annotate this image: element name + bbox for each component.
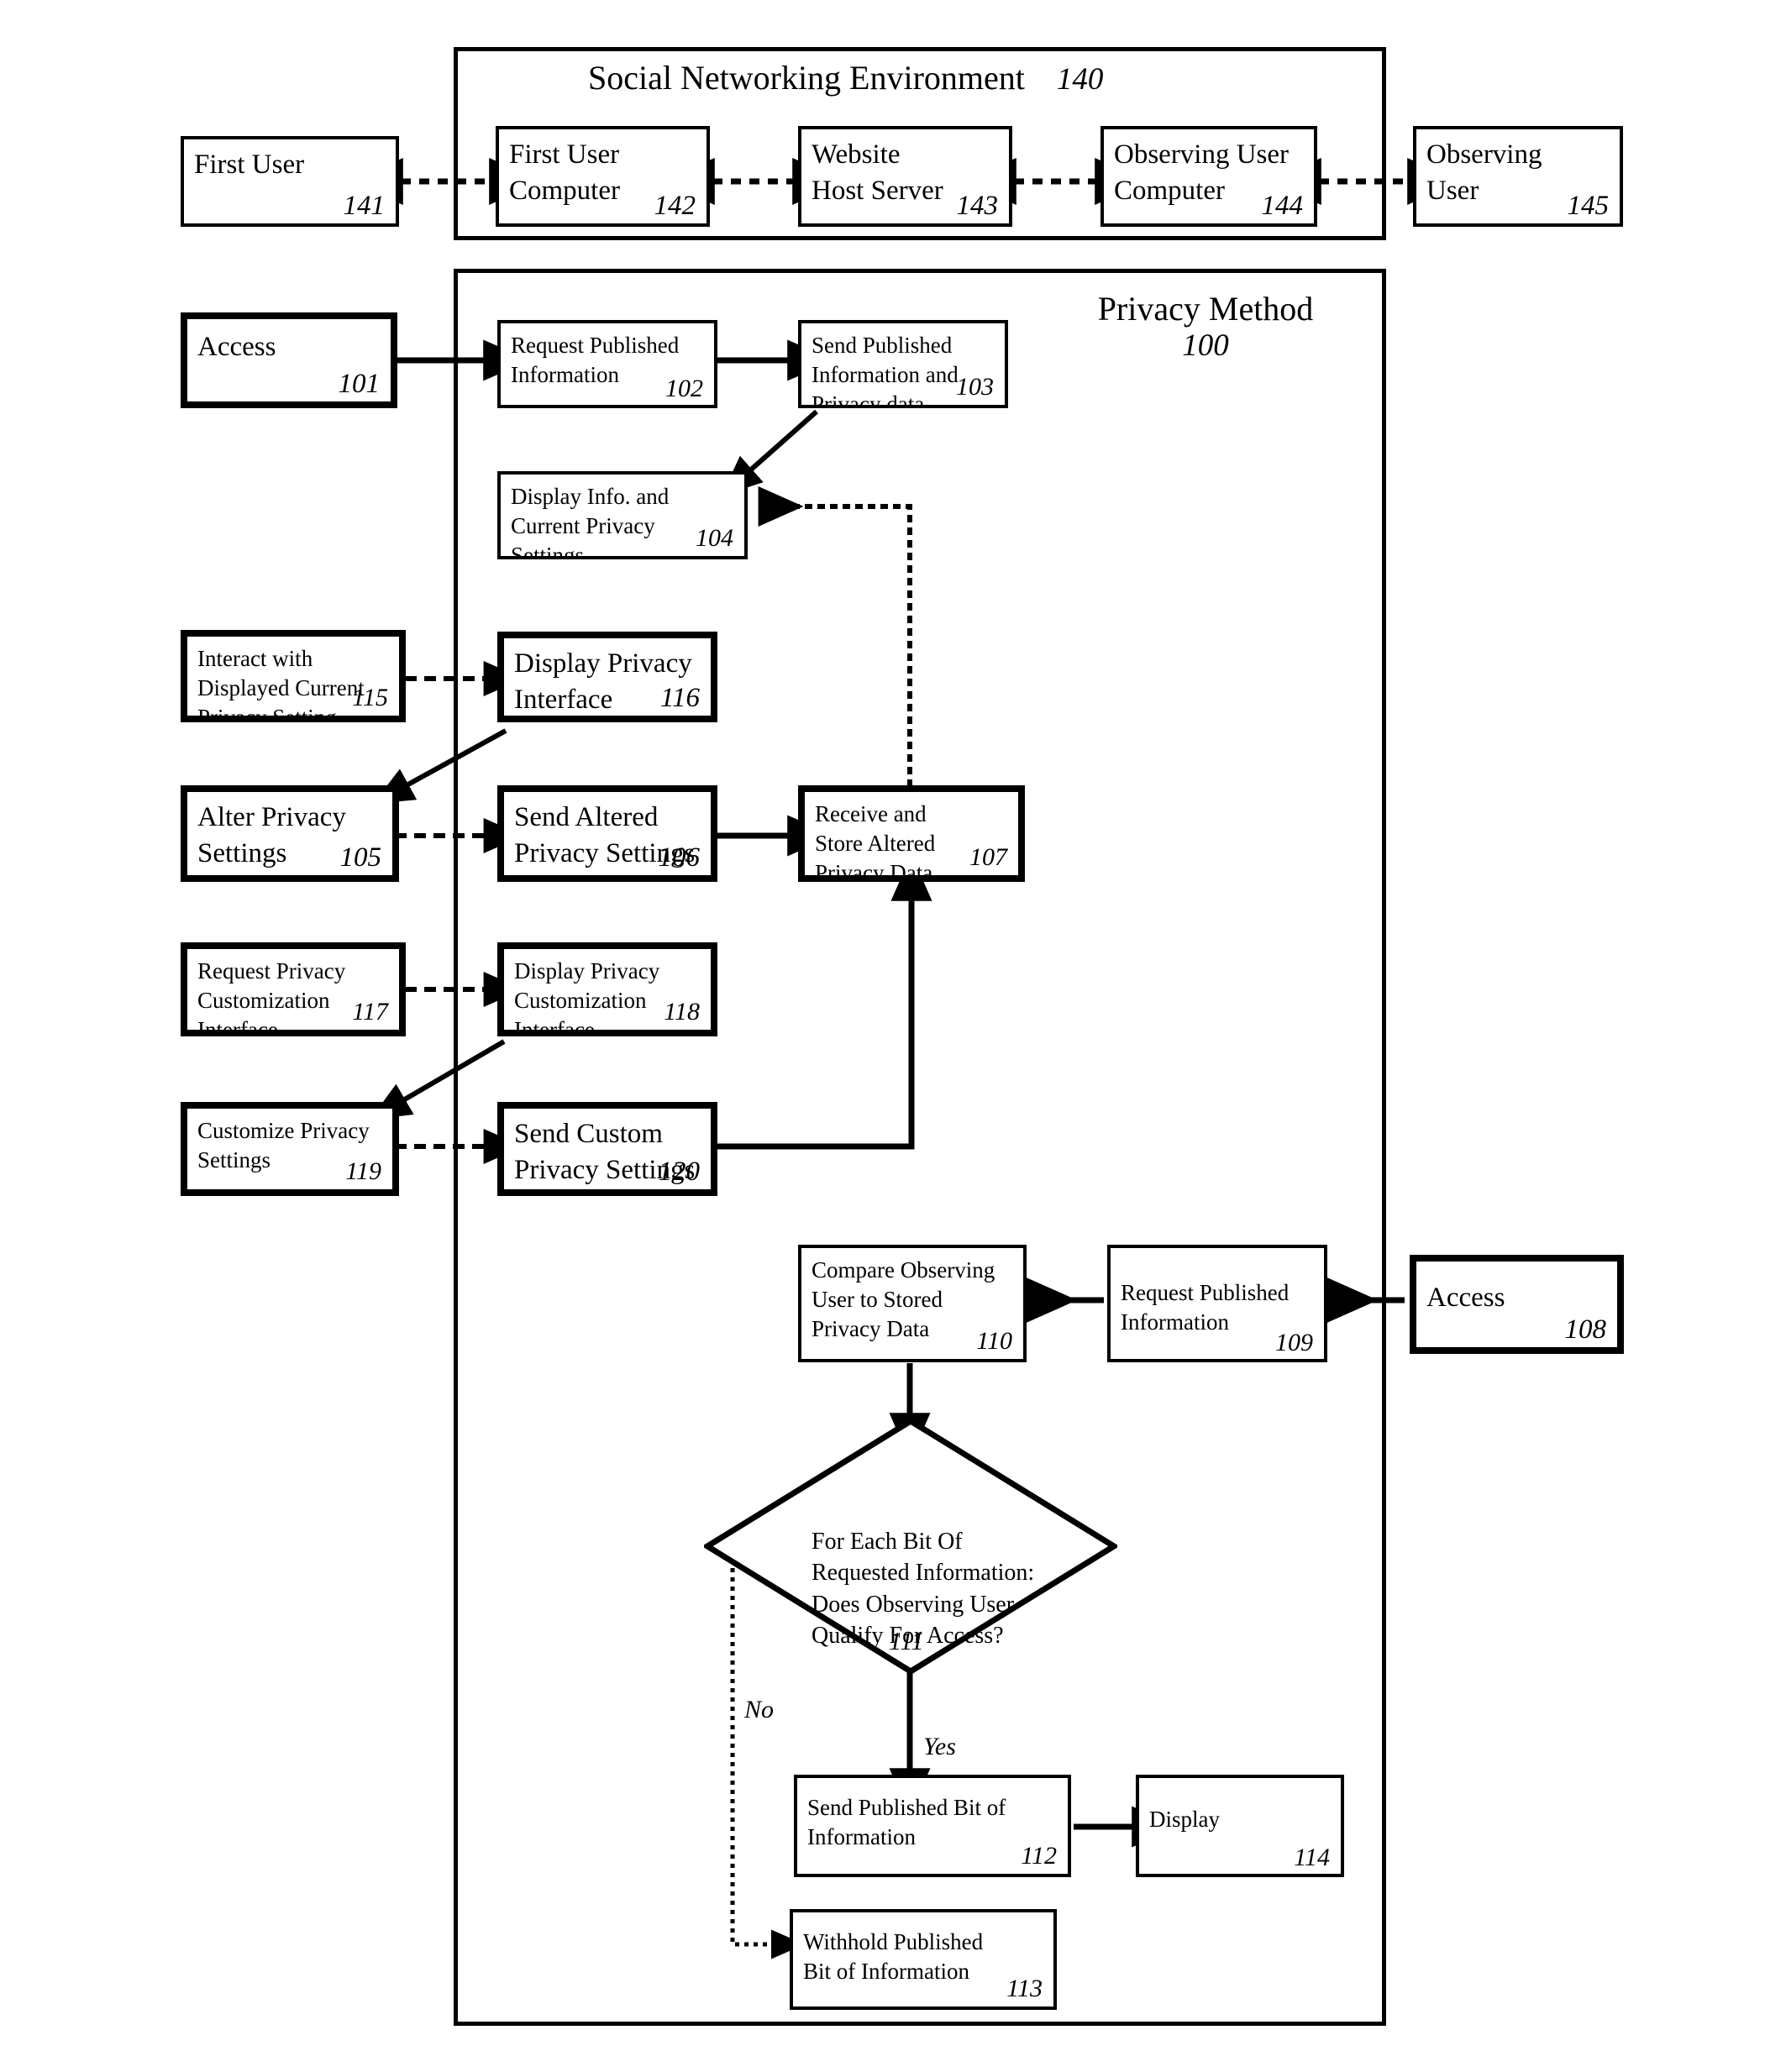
- node-number: 118: [664, 998, 700, 1026]
- container-label: Privacy Method: [1097, 290, 1314, 328]
- node-send-published-bit-of-information-112[interactable]: Send Published Bit of Information 112: [794, 1775, 1071, 1877]
- node-display-privacy-customization-interface-118[interactable]: Display Privacy Customization Interface …: [497, 942, 717, 1036]
- node-observing-user[interactable]: Observing User 145: [1413, 126, 1623, 227]
- container-number: 140: [1056, 62, 1104, 97]
- node-number: 107: [969, 843, 1007, 871]
- node-alter-privacy-settings-105[interactable]: Alter Privacy Settings 105: [181, 785, 399, 882]
- node-request-published-information-109[interactable]: Request Published Information 109: [1107, 1245, 1327, 1362]
- node-number: 112: [1021, 1842, 1057, 1870]
- decision-number: 111: [889, 1626, 924, 1656]
- decision-number-text: 111: [889, 1626, 924, 1655]
- node-interact-with-displayed-current-privacy-setting-115[interactable]: Interact with Displayed Current Privacy …: [181, 630, 406, 722]
- node-number: 116: [659, 683, 700, 713]
- container-label: Social Networking Environment: [588, 59, 1025, 97]
- node-number: 115: [352, 684, 388, 711]
- node-label: Access: [197, 332, 276, 362]
- edge-label-yes: Yes: [923, 1733, 956, 1761]
- node-number: 142: [654, 191, 696, 221]
- decision-label: For Each Bit Of Requested Information: D…: [812, 1495, 1106, 1651]
- node-number: 144: [1261, 191, 1304, 221]
- node-number: 145: [1567, 191, 1610, 221]
- container-title-privacy-method: Privacy Method 100: [1079, 291, 1332, 363]
- container-number: 100: [1182, 328, 1229, 363]
- node-number: 117: [352, 998, 388, 1026]
- node-send-custom-privacy-settings-120[interactable]: Send Custom Privacy Settings 120: [497, 1102, 717, 1196]
- node-receive-and-store-altered-privacy-data-107[interactable]: Receive and Store Altered Privacy Data 1…: [798, 785, 1025, 882]
- node-display-info-and-current-privacy-settings-104[interactable]: Display Info. and Current Privacy Settin…: [497, 471, 748, 559]
- node-number: 143: [956, 191, 999, 221]
- node-number: 120: [658, 1157, 701, 1187]
- node-number: 106: [658, 842, 701, 873]
- node-number: 103: [956, 373, 994, 401]
- node-withhold-published-bit-of-information-113[interactable]: Withhold Published Bit of Information 11…: [790, 1909, 1057, 2010]
- node-request-published-information-102[interactable]: Request Published Information 102: [497, 320, 717, 408]
- node-number: 141: [343, 191, 386, 221]
- node-first-user-computer[interactable]: First User Computer 142: [496, 126, 710, 227]
- node-number: 109: [1275, 1329, 1313, 1356]
- node-send-published-information-and-privacy-data-103[interactable]: Send Published Information and Privacy d…: [798, 320, 1008, 408]
- node-number: 114: [1294, 1844, 1330, 1871]
- node-number: 104: [696, 524, 733, 552]
- node-label: Access: [1426, 1283, 1505, 1313]
- node-display-privacy-interface-116[interactable]: Display Privacy Interface 116: [497, 632, 717, 722]
- node-first-user[interactable]: First User 141: [181, 136, 399, 227]
- edge-label-no-text: No: [744, 1696, 775, 1723]
- node-number: 105: [339, 842, 382, 873]
- node-request-privacy-customization-interface-117[interactable]: Request Privacy Customization Interface …: [181, 942, 406, 1036]
- node-label: First User: [194, 149, 305, 180]
- node-observing-user-computer[interactable]: Observing User Computer 144: [1100, 126, 1317, 227]
- node-number: 119: [345, 1157, 381, 1185]
- node-compare-observing-user-to-stored-privacy-data-110[interactable]: Compare Observing User to Stored Privacy…: [798, 1245, 1027, 1362]
- edge-label-yes-text: Yes: [923, 1733, 956, 1760]
- node-send-altered-privacy-settings-106[interactable]: Send Altered Privacy Settings 106: [497, 785, 717, 882]
- node-website-host-server[interactable]: Website Host Server 143: [798, 126, 1012, 227]
- node-label: Display: [1149, 1807, 1220, 1832]
- node-customize-privacy-settings-119[interactable]: Customize Privacy Settings 119: [181, 1102, 399, 1196]
- node-number: 108: [1564, 1314, 1607, 1345]
- node-number: 102: [665, 375, 703, 402]
- node-number: 110: [976, 1327, 1012, 1355]
- node-display-114[interactable]: Display 114: [1136, 1775, 1344, 1877]
- figure-canvas: Social Networking Environment 140 Privac…: [0, 0, 1786, 2072]
- node-number: 101: [338, 369, 381, 399]
- node-access-108[interactable]: Access 108: [1410, 1255, 1624, 1354]
- edge-label-no: No: [744, 1696, 774, 1724]
- node-number: 113: [1006, 1975, 1043, 2002]
- node-access-101[interactable]: Access 101: [181, 312, 397, 408]
- container-title-social-networking-environment: Social Networking Environment 140: [588, 60, 1103, 97]
